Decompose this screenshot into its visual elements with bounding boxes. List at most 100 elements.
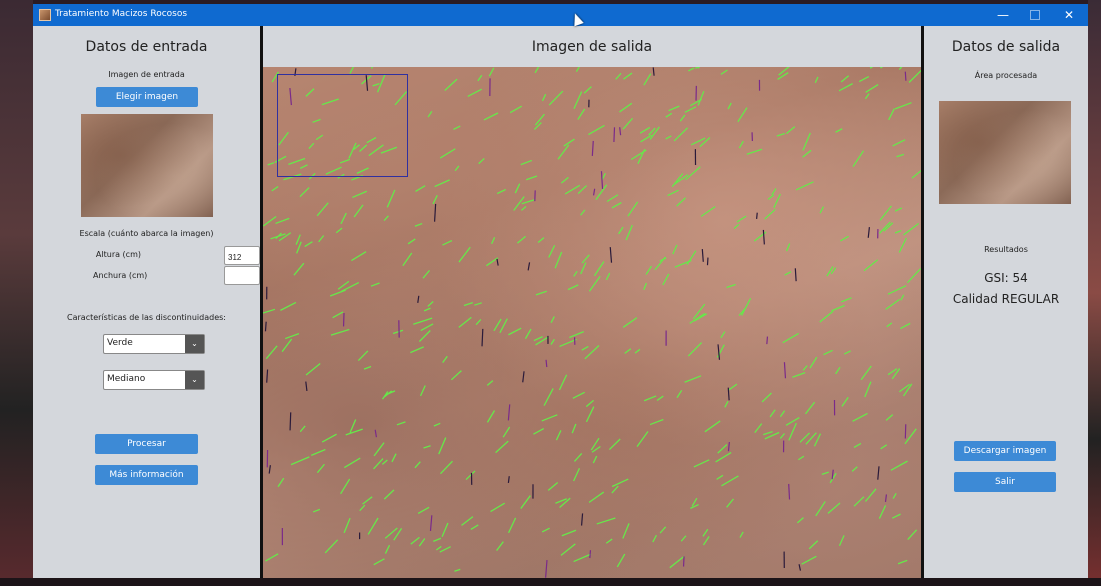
discontinuity-line [351, 251, 367, 262]
discontinuity-line [737, 107, 748, 123]
discontinuity-line [826, 266, 834, 277]
discontinuity-line [381, 459, 388, 465]
title-bar[interactable]: Tratamiento Macizos Rocosos — ✕ [33, 4, 1088, 26]
maximize-icon [1030, 10, 1040, 20]
app-icon [39, 9, 51, 21]
discontinuity-line [727, 102, 732, 110]
discontinuity-line [370, 282, 380, 287]
discontinuity-line [622, 317, 638, 328]
discontinuity-line [541, 414, 558, 422]
discontinuity-line [637, 148, 646, 164]
discontinuity-line [892, 139, 906, 147]
discontinuity-line [689, 312, 706, 324]
discontinuity-line [801, 555, 817, 565]
discontinuity-line [363, 365, 372, 370]
discontinuity-line [896, 153, 905, 158]
discontinuity-line [813, 433, 822, 447]
height-input[interactable] [224, 246, 260, 265]
discontinuity-line [517, 235, 526, 244]
discontinuity-line [879, 205, 892, 221]
discontinuity-line [701, 248, 704, 262]
discontinuity-line [362, 496, 373, 505]
discontinuity-line [613, 127, 616, 143]
color-select[interactable]: Verde ⌄ [103, 334, 205, 354]
discontinuity-line [290, 456, 310, 466]
discontinuity-line [521, 198, 536, 205]
discontinuity-line [321, 433, 337, 443]
discontinuity-line [407, 238, 416, 245]
discontinuity-line [550, 316, 555, 324]
discontinuity-line [439, 546, 451, 553]
size-select[interactable]: Mediano ⌄ [103, 370, 205, 390]
results-label: Resultados [984, 245, 1028, 254]
close-button[interactable]: ✕ [1054, 5, 1084, 25]
discontinuity-line [756, 212, 758, 219]
discontinuity-line [592, 455, 598, 464]
discontinuity-line [502, 426, 511, 438]
discontinuity-line [316, 202, 329, 217]
discontinuity-line [785, 243, 791, 252]
discontinuity-line [864, 488, 877, 502]
more-info-button[interactable]: Más información [95, 465, 198, 485]
maximize-button[interactable] [1020, 5, 1050, 25]
choose-image-button[interactable]: Elegir imagen [96, 87, 198, 107]
width-input[interactable] [224, 266, 260, 285]
discontinuity-line [573, 270, 578, 277]
discontinuity-line [514, 183, 521, 194]
discontinuity-line [573, 91, 583, 110]
minimize-button[interactable]: — [988, 5, 1018, 25]
discontinuity-line [668, 105, 680, 112]
discontinuity-line [396, 421, 406, 426]
discontinuity-line [605, 272, 611, 281]
discontinuity-line [622, 117, 634, 130]
discontinuity-line [619, 102, 633, 113]
discontinuity-line [265, 345, 278, 360]
discontinuity-line [577, 185, 587, 195]
input-heading: Datos de entrada [85, 39, 208, 55]
process-button[interactable]: Procesar [95, 434, 198, 454]
discontinuity-line [618, 226, 624, 235]
discontinuity-line [577, 108, 586, 120]
exit-button[interactable]: Salir [954, 472, 1056, 492]
discontinuity-line [490, 502, 506, 513]
discontinuity-line [726, 498, 734, 508]
discontinuity-line [799, 432, 810, 443]
discontinuity-line [496, 258, 499, 266]
discontinuity-line [645, 265, 653, 275]
discontinuity-line [593, 261, 605, 277]
discontinuity-line [864, 93, 870, 100]
discontinuity-line [643, 73, 652, 86]
discontinuity-line [383, 215, 389, 221]
discontinuity-line [271, 186, 279, 192]
discontinuity-line [461, 516, 474, 526]
discontinuity-line [595, 184, 608, 201]
discontinuity-line [686, 250, 697, 266]
download-image-button[interactable]: Descargar imagen [954, 441, 1056, 461]
discontinuity-line [634, 348, 641, 354]
discontinuity-line [569, 331, 584, 339]
discontinuity-line [341, 281, 360, 292]
discontinuity-line [289, 412, 292, 431]
discontinuity-line [548, 90, 564, 106]
scale-label: Escala (cuánto abarca la imagen) [79, 229, 214, 238]
discontinuity-line [776, 132, 785, 137]
discontinuity-line [877, 466, 880, 480]
discontinuity-line [609, 247, 613, 263]
discontinuity-line [386, 189, 396, 208]
discontinuity-line [652, 67, 655, 76]
discontinuity-line [777, 72, 789, 80]
discontinuity-line [573, 452, 583, 462]
discontinuity-line [533, 427, 545, 435]
discontinuity-line [739, 531, 744, 538]
discontinuity-line [814, 76, 819, 84]
discontinuity-line [440, 460, 453, 475]
discontinuity-line [841, 396, 849, 407]
discontinuity-line [762, 229, 765, 245]
discontinuity-line [792, 371, 806, 378]
discontinuity-line [662, 273, 670, 286]
discontinuity-line [887, 285, 907, 295]
discontinuity-line [721, 475, 739, 487]
discontinuity-line [550, 338, 555, 345]
discontinuity-line [357, 350, 369, 361]
discontinuity-line [285, 333, 300, 340]
